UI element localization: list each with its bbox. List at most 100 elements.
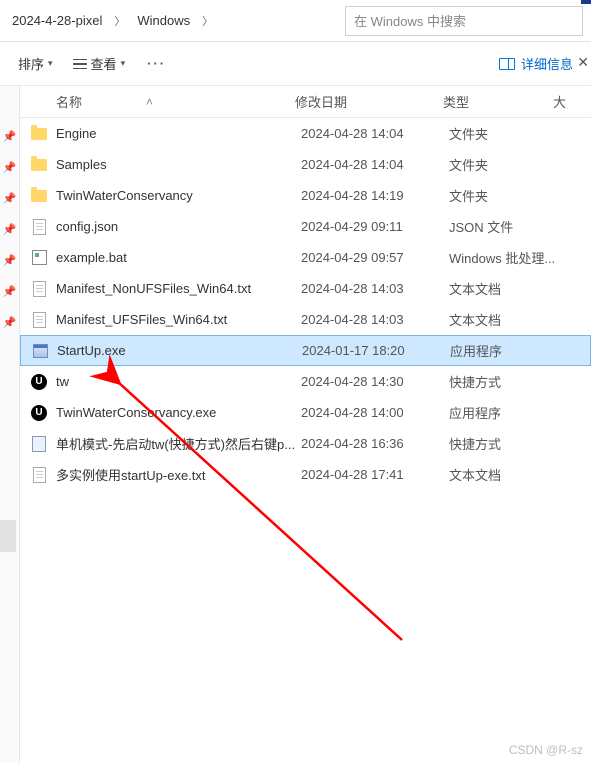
file-name: Manifest_NonUFSFiles_Win64.txt bbox=[56, 281, 301, 296]
chevron-right-icon[interactable]: 〉 bbox=[110, 13, 129, 29]
unreal-icon: U bbox=[30, 404, 48, 422]
file-name: config.json bbox=[56, 219, 301, 234]
file-date: 2024-01-17 18:20 bbox=[302, 343, 450, 358]
file-date: 2024-04-28 14:03 bbox=[301, 312, 449, 327]
header-name-label: 名称 bbox=[56, 92, 82, 111]
file-date: 2024-04-28 14:04 bbox=[301, 157, 449, 172]
file-list: Engine2024-04-28 14:04文件夹Samples2024-04-… bbox=[20, 118, 591, 490]
pin-icon[interactable]: 📌 bbox=[3, 285, 17, 298]
window-accent bbox=[581, 0, 591, 4]
file-type: 应用程序 bbox=[449, 403, 579, 422]
close-icon[interactable]: ✕ bbox=[573, 50, 591, 75]
file-date: 2024-04-28 14:04 bbox=[301, 126, 449, 141]
pin-icon[interactable]: 📌 bbox=[3, 161, 17, 174]
file-type: Windows 批处理... bbox=[449, 248, 579, 267]
file-date: 2024-04-29 09:11 bbox=[301, 219, 449, 234]
view-label: 查看 bbox=[91, 54, 117, 73]
watermark: CSDN @R-sz bbox=[509, 743, 583, 757]
pin-icon[interactable]: 📌 bbox=[3, 130, 17, 143]
file-name: 单机模式-先启动tw(快捷方式)然后右键p... bbox=[56, 434, 301, 453]
list-icon bbox=[73, 59, 87, 69]
unreal-icon: U bbox=[30, 373, 48, 391]
text-file-icon bbox=[30, 466, 48, 484]
pin-icon[interactable]: 📌 bbox=[3, 254, 17, 267]
file-name: Engine bbox=[56, 126, 301, 141]
file-type: 文本文档 bbox=[449, 465, 579, 484]
file-name: 多实例使用startUp-exe.txt bbox=[56, 465, 301, 484]
file-row[interactable]: example.bat2024-04-29 09:57Windows 批处理..… bbox=[20, 242, 591, 273]
sort-indicator-icon: ˄ bbox=[146, 95, 153, 109]
chevron-right-icon[interactable]: 〉 bbox=[198, 13, 217, 29]
file-date: 2024-04-28 14:19 bbox=[301, 188, 449, 203]
text-file-icon bbox=[30, 311, 48, 329]
pin-icon[interactable]: 📌 bbox=[3, 192, 17, 205]
file-row[interactable]: StartUp.exe2024-01-17 18:20应用程序 bbox=[20, 335, 591, 366]
file-row[interactable]: Manifest_NonUFSFiles_Win64.txt2024-04-28… bbox=[20, 273, 591, 304]
toolbar: 排序 ▾ 查看 ▾ ··· 详细信息 bbox=[0, 42, 591, 86]
text-file-icon bbox=[30, 280, 48, 298]
breadcrumb[interactable]: 2024-4-28-pixel 〉 Windows 〉 bbox=[0, 9, 345, 32]
shortcut-icon bbox=[30, 435, 48, 453]
more-button[interactable]: ··· bbox=[135, 52, 178, 75]
address-bar-row: 2024-4-28-pixel 〉 Windows 〉 在 Windows 中搜… bbox=[0, 0, 591, 42]
batch-file-icon bbox=[30, 249, 48, 267]
details-pane-button[interactable]: 详细信息 bbox=[489, 50, 583, 77]
file-date: 2024-04-28 14:30 bbox=[301, 374, 449, 389]
file-name: Samples bbox=[56, 157, 301, 172]
file-row[interactable]: Manifest_UFSFiles_Win64.txt2024-04-28 14… bbox=[20, 304, 591, 335]
file-type: 快捷方式 bbox=[449, 372, 579, 391]
details-pane-icon bbox=[499, 58, 515, 70]
file-row[interactable]: Engine2024-04-28 14:04文件夹 bbox=[20, 118, 591, 149]
file-name: tw bbox=[56, 374, 301, 389]
breadcrumb-item-2[interactable]: Windows bbox=[129, 9, 198, 32]
file-date: 2024-04-28 17:41 bbox=[301, 467, 449, 482]
column-header-size[interactable]: 大 bbox=[553, 92, 591, 111]
file-type: 文本文档 bbox=[449, 310, 579, 329]
scrollbar-track[interactable] bbox=[0, 520, 16, 552]
details-label: 详细信息 bbox=[521, 54, 573, 73]
folder-icon bbox=[30, 125, 48, 143]
file-row[interactable]: 多实例使用startUp-exe.txt2024-04-28 17:41文本文档 bbox=[20, 459, 591, 490]
main-area: 📌 📌 📌 📌 📌 📌 📌 名称 ˄ 修改日期 类型 大 Engine2024-… bbox=[0, 86, 591, 763]
file-date: 2024-04-28 14:00 bbox=[301, 405, 449, 420]
column-headers: 名称 ˄ 修改日期 类型 大 bbox=[20, 86, 591, 118]
search-input[interactable]: 在 Windows 中搜索 bbox=[345, 6, 583, 36]
chevron-down-icon: ▾ bbox=[121, 58, 126, 69]
file-type: 快捷方式 bbox=[449, 434, 579, 453]
file-name: TwinWaterConservancy.exe bbox=[56, 405, 301, 420]
application-icon bbox=[31, 342, 49, 360]
column-header-date[interactable]: 修改日期 bbox=[295, 92, 443, 111]
sort-label: 排序 bbox=[18, 54, 44, 73]
breadcrumb-item-1[interactable]: 2024-4-28-pixel bbox=[4, 9, 110, 32]
column-header-name[interactable]: 名称 ˄ bbox=[20, 92, 295, 111]
file-date: 2024-04-29 09:57 bbox=[301, 250, 449, 265]
sort-button[interactable]: 排序 ▾ bbox=[8, 50, 63, 77]
file-row[interactable]: TwinWaterConservancy2024-04-28 14:19文件夹 bbox=[20, 180, 591, 211]
search-placeholder: 在 Windows 中搜索 bbox=[354, 11, 466, 30]
file-type: 文件夹 bbox=[449, 155, 579, 174]
folder-icon bbox=[30, 156, 48, 174]
text-file-icon bbox=[30, 218, 48, 236]
file-name: example.bat bbox=[56, 250, 301, 265]
file-type: 文件夹 bbox=[449, 186, 579, 205]
file-name: StartUp.exe bbox=[57, 343, 302, 358]
file-row[interactable]: 单机模式-先启动tw(快捷方式)然后右键p...2024-04-28 16:36… bbox=[20, 428, 591, 459]
file-row[interactable]: Utw2024-04-28 14:30快捷方式 bbox=[20, 366, 591, 397]
file-row[interactable]: U TwinWaterConservancy.exe2024-04-28 14:0… bbox=[20, 397, 591, 428]
folder-icon bbox=[30, 187, 48, 205]
file-type: JSON 文件 bbox=[449, 217, 579, 236]
file-row[interactable]: Samples2024-04-28 14:04文件夹 bbox=[20, 149, 591, 180]
file-type: 文件夹 bbox=[449, 124, 579, 143]
file-type: 应用程序 bbox=[450, 341, 580, 360]
column-header-type[interactable]: 类型 bbox=[443, 92, 553, 111]
file-type: 文本文档 bbox=[449, 279, 579, 298]
file-name: TwinWaterConservancy bbox=[56, 188, 301, 203]
file-date: 2024-04-28 14:03 bbox=[301, 281, 449, 296]
view-button[interactable]: 查看 ▾ bbox=[63, 50, 136, 77]
file-pane: 名称 ˄ 修改日期 类型 大 Engine2024-04-28 14:04文件夹… bbox=[20, 86, 591, 763]
pin-icon[interactable]: 📌 bbox=[3, 223, 17, 236]
file-name: Manifest_UFSFiles_Win64.txt bbox=[56, 312, 301, 327]
pin-icon[interactable]: 📌 bbox=[3, 316, 17, 329]
file-date: 2024-04-28 16:36 bbox=[301, 436, 449, 451]
file-row[interactable]: config.json2024-04-29 09:11JSON 文件 bbox=[20, 211, 591, 242]
